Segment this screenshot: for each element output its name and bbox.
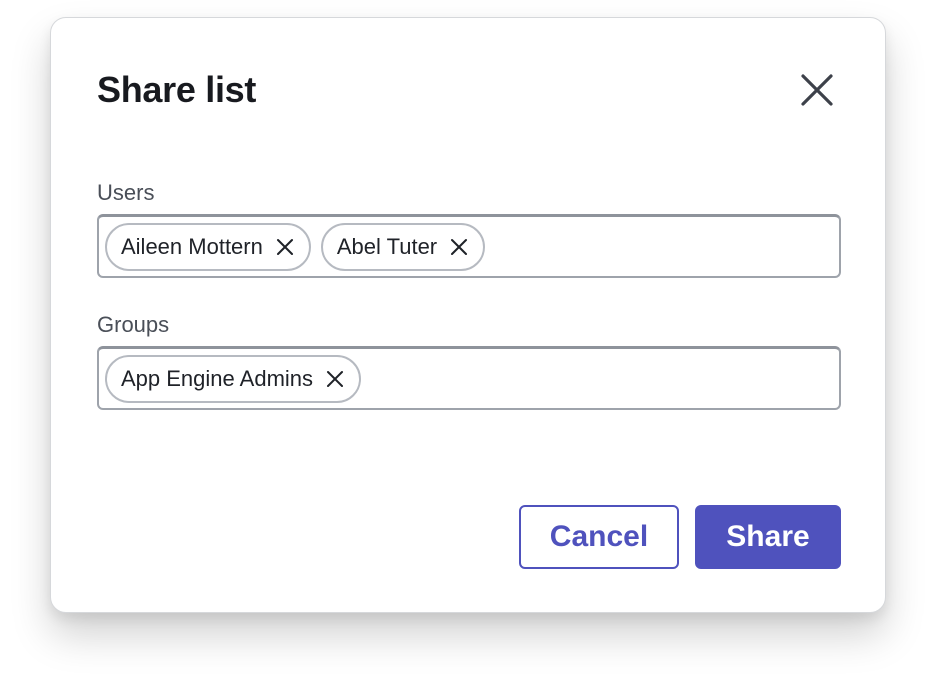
user-chip-label: Aileen Mottern [121, 233, 263, 259]
group-chip-label: App Engine Admins [121, 365, 314, 391]
user-chip: Abel Tuter [320, 222, 486, 271]
share-button[interactable]: Share [695, 505, 841, 569]
close-icon [801, 74, 833, 106]
dialog-title: Share list [97, 69, 257, 110]
remove-chip-button[interactable] [325, 369, 345, 389]
close-icon [327, 370, 344, 387]
close-button[interactable] [795, 68, 839, 112]
remove-chip-button[interactable] [275, 237, 295, 257]
cancel-button[interactable]: Cancel [519, 505, 679, 569]
share-list-dialog: Share list Users Aileen Mottern Abel Tut… [50, 17, 886, 613]
users-label: Users [97, 180, 155, 205]
group-chip: App Engine Admins [105, 354, 362, 403]
close-icon [451, 238, 468, 255]
user-chip: Aileen Mottern [105, 222, 311, 271]
groups-input[interactable]: App Engine Admins [97, 346, 841, 410]
user-chip-label: Abel Tuter [336, 233, 438, 259]
users-input[interactable]: Aileen Mottern Abel Tuter [97, 214, 841, 278]
close-icon [276, 238, 293, 255]
remove-chip-button[interactable] [449, 237, 469, 257]
groups-label: Groups [97, 312, 170, 337]
